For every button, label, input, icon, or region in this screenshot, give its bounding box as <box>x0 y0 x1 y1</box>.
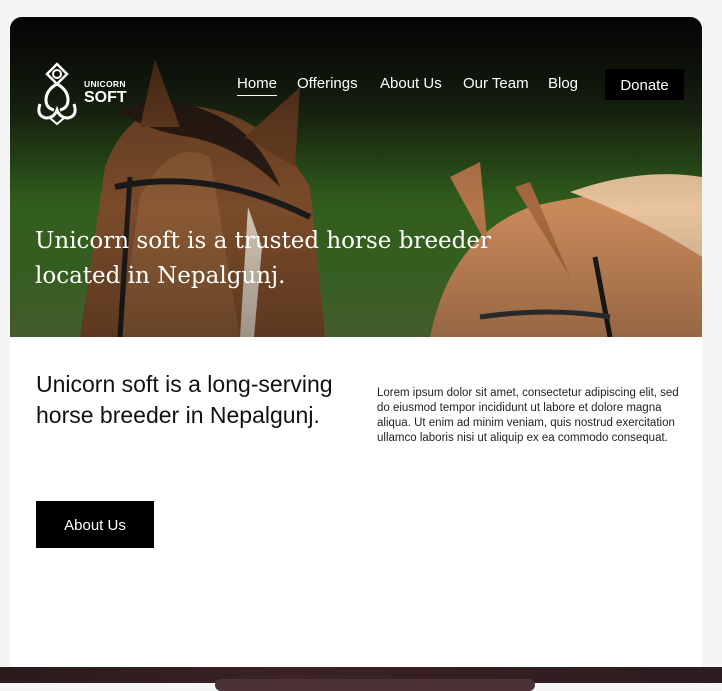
about-us-button[interactable]: About Us <box>36 501 154 548</box>
bottom-bar <box>0 667 722 691</box>
hero-section: UNICORN SOFT Home Offerings About Us Our… <box>10 17 702 337</box>
intro-body: Lorem ipsum dolor sit amet, consectetur … <box>377 387 679 444</box>
bottom-pill <box>215 679 535 691</box>
nav-offerings[interactable]: Offerings <box>297 73 358 95</box>
main-nav: Home Offerings About Us Our Team Blog <box>10 73 702 103</box>
hero-title: Unicorn soft is a trusted horse breeder … <box>35 228 492 289</box>
nav-about-us[interactable]: About Us <box>380 73 442 95</box>
nav-home[interactable]: Home <box>237 73 278 96</box>
nav-our-team[interactable]: Our Team <box>463 73 529 95</box>
page: UNICORN SOFT Home Offerings About Us Our… <box>10 17 702 677</box>
intro-title: Unicorn soft is a long-serving horse bre… <box>36 371 333 428</box>
nav-blog[interactable]: Blog <box>548 73 578 95</box>
donate-button[interactable]: Donate <box>605 69 684 100</box>
